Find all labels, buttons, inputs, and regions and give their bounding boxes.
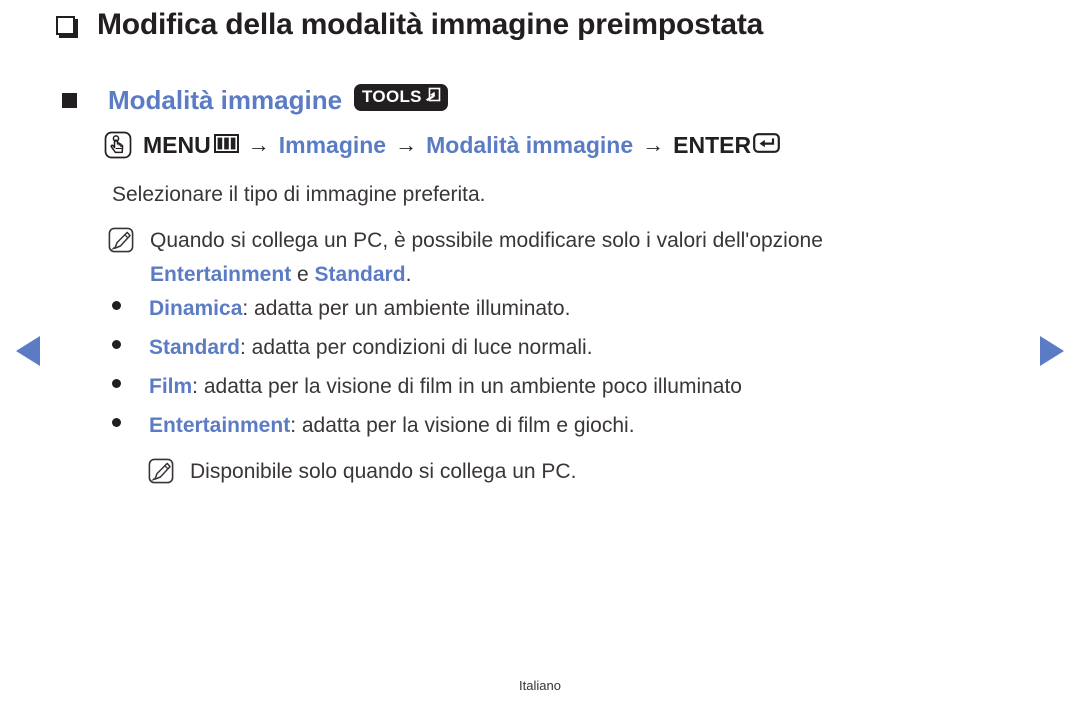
section-bullet-icon [62,93,77,108]
note-1-keyword-2: Standard [314,263,406,286]
mode-term: Dinamica [149,297,243,320]
note-1-body: Quando si collega un PC, è possibile mod… [150,224,823,292]
section-heading-row: Modalità immagine TOOLS [62,84,448,116]
list-bullet-icon [112,379,121,388]
return-arrow-box-icon [424,86,441,108]
note-pencil-icon [148,458,174,484]
note-block-1: Quando si collega un PC, è possibile mod… [108,224,823,292]
note-pencil-icon [108,227,134,253]
list-item: Standard: adatta per condizioni di luce … [112,336,742,375]
list-bullet-icon [112,418,121,427]
note-2-body: Disponibile solo quando si collega un PC… [190,460,577,483]
menu-bars-box-icon [213,132,239,159]
note-1-conjunction: e [291,263,315,286]
list-bullet-icon [112,340,121,349]
page-title: Modifica della modalità immagine preimpo… [97,8,764,41]
enter-key-icon [753,132,781,159]
note-1-line-1: Quando si collega un PC, è possibile mod… [150,229,823,252]
menu-path: MENU → Immagine → Modalità immagine → EN… [104,131,781,159]
mode-description: : adatta per un ambiente illuminato. [242,297,571,320]
mode-term: Standard [149,336,241,359]
path-arrow-2: → [395,132,418,157]
menu-label: MENU [143,131,211,158]
path-arrow-3: → [642,132,665,157]
mode-description: : adatta per condizioni di luce normali. [240,336,593,359]
list-item: Dinamica: adatta per un ambiente illumin… [112,297,742,336]
note-1-suffix: . [405,263,412,286]
list-item: Film: adatta per la visione di film in u… [112,375,742,414]
intro-paragraph: Selezionare il tipo di immagine preferit… [112,183,486,206]
section-heading: Modalità immagine [108,85,343,115]
footer-language: Italiano [519,678,561,693]
path-arrow-1: → [247,132,270,157]
mode-term: Entertainment [149,414,291,437]
path-step-1: Immagine [278,131,387,158]
mode-description: : adatta per la visione di film in un am… [192,375,742,398]
path-step-2: Modalità immagine [426,131,634,158]
note-1-keyword-1: Entertainment [150,263,292,286]
note-block-2: Disponibile solo quando si collega un PC… [148,455,576,489]
list-bullet-icon [112,301,121,310]
list-item: Entertainment: adatta per la visione di … [112,414,742,453]
page-title-row: Modifica della modalità immagine preimpo… [56,8,763,42]
title-bullet-icon [56,15,75,35]
mode-description: : adatta per la visione di film e giochi… [290,414,635,437]
enter-label: ENTER [673,131,752,158]
hand-press-icon [104,131,132,159]
manual-page: Modifica della modalità immagine preimpo… [0,0,1080,705]
tools-badge[interactable]: TOOLS [354,84,448,111]
tools-badge-label: TOOLS [362,87,422,106]
picture-mode-list: Dinamica: adatta per un ambiente illumin… [112,297,742,453]
mode-term: Film [149,375,193,398]
